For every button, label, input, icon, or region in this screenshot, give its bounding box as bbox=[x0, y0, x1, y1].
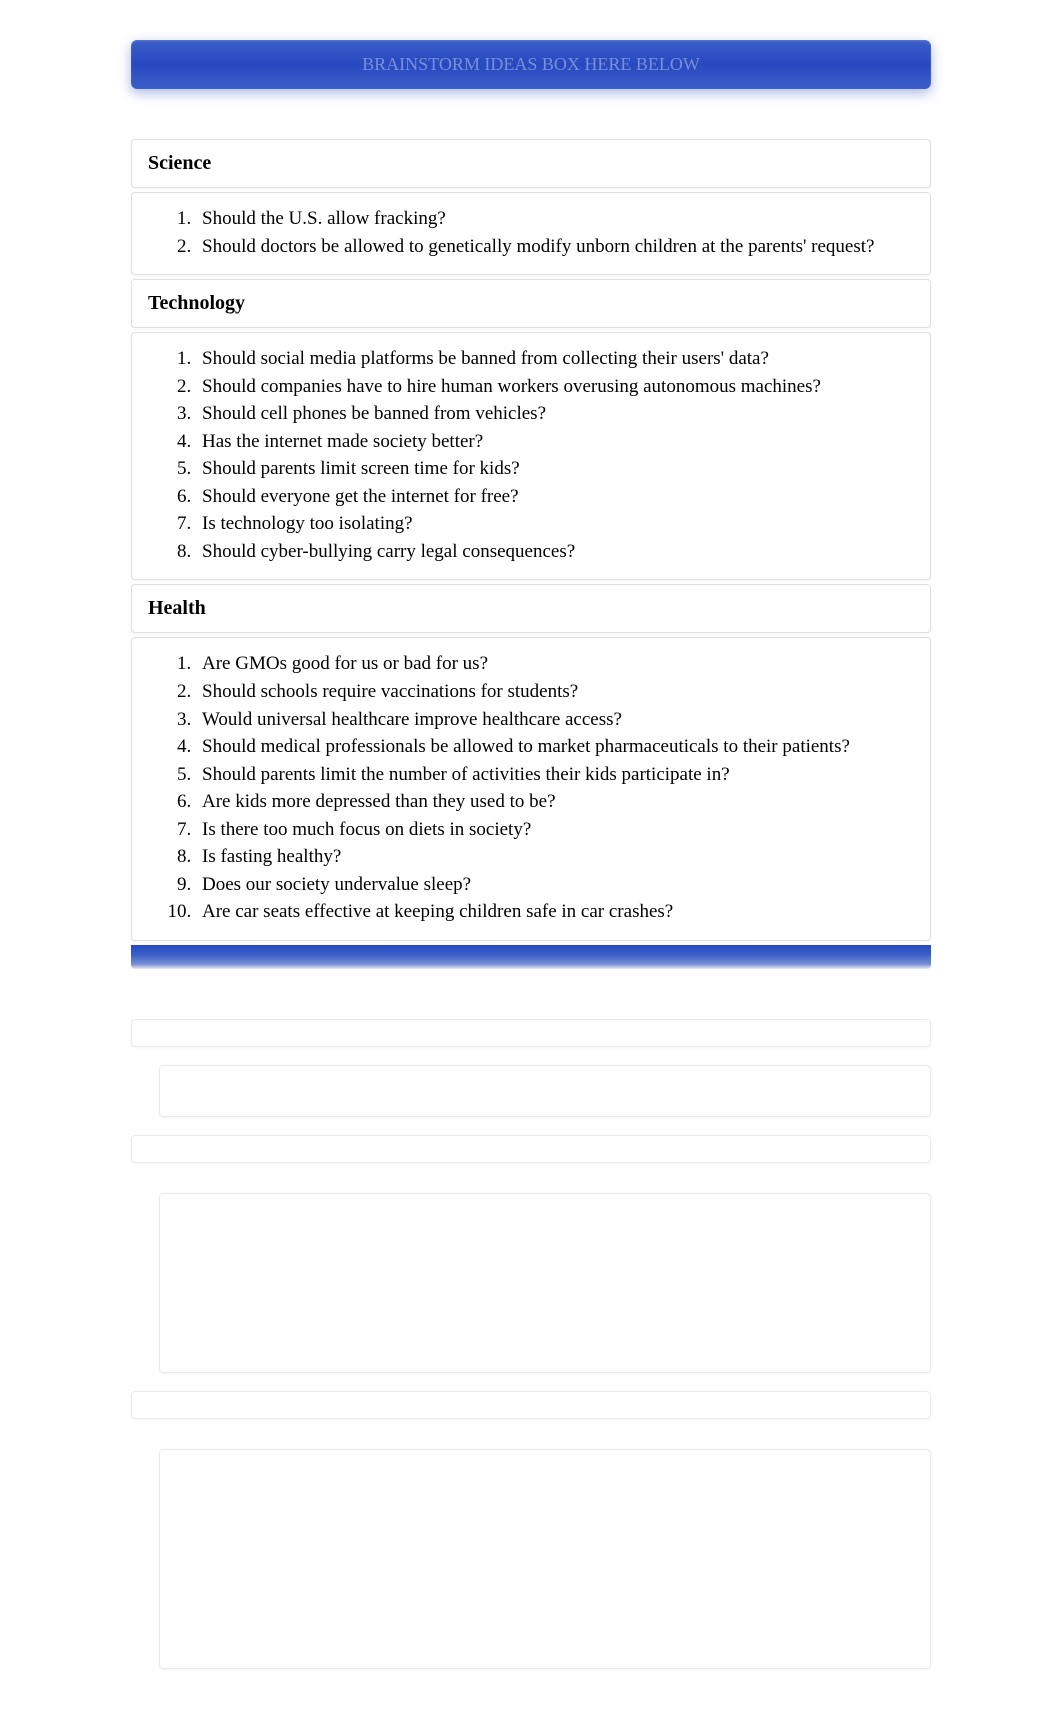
topic-list: Are GMOs good for us or bad for us?Shoul… bbox=[148, 650, 914, 925]
empty-block bbox=[159, 1065, 931, 1117]
list-item: Does our society undervalue sleep? bbox=[196, 871, 914, 899]
list-item: Should social media platforms be banned … bbox=[196, 345, 914, 373]
list-item: Is technology too isolating? bbox=[196, 510, 914, 538]
list-item: Should doctors be allowed to genetically… bbox=[196, 233, 914, 261]
list-item: Should schools require vaccinations for … bbox=[196, 678, 914, 706]
empty-block bbox=[131, 1019, 931, 1047]
section-header: Science bbox=[132, 140, 930, 187]
topic-list: Should the U.S. allow fracking?Should do… bbox=[148, 205, 914, 260]
topic-list: Should social media platforms be banned … bbox=[148, 345, 914, 565]
list-item: Should everyone get the internet for fre… bbox=[196, 483, 914, 511]
list-item: Are GMOs good for us or bad for us? bbox=[196, 650, 914, 678]
banner-header: BRAINSTORM IDEAS BOX HERE BELOW bbox=[131, 40, 931, 89]
list-item: Should companies have to hire human work… bbox=[196, 373, 914, 401]
list-item: Has the internet made society better? bbox=[196, 428, 914, 456]
list-item: Should the U.S. allow fracking? bbox=[196, 205, 914, 233]
list-item: Would universal healthcare improve healt… bbox=[196, 706, 914, 734]
list-item: Is fasting healthy? bbox=[196, 843, 914, 871]
list-item: Should cyber-bullying carry legal conseq… bbox=[196, 538, 914, 566]
list-item: Should medical professionals be allowed … bbox=[196, 733, 914, 761]
list-item: Should parents limit the number of activ… bbox=[196, 761, 914, 789]
gradient-divider bbox=[131, 945, 931, 969]
list-item: Are kids more depressed than they used t… bbox=[196, 788, 914, 816]
list-item: Should parents limit screen time for kid… bbox=[196, 455, 914, 483]
empty-block bbox=[131, 1391, 931, 1419]
list-item: Should cell phones be banned from vehicl… bbox=[196, 400, 914, 428]
section-header: Health bbox=[132, 585, 930, 632]
empty-block bbox=[159, 1193, 931, 1373]
list-item: Are car seats effective at keeping child… bbox=[196, 898, 914, 926]
banner-text: BRAINSTORM IDEAS BOX HERE BELOW bbox=[362, 54, 700, 74]
section-header: Technology bbox=[132, 280, 930, 327]
list-item: Is there too much focus on diets in soci… bbox=[196, 816, 914, 844]
empty-block bbox=[159, 1449, 931, 1669]
empty-block bbox=[131, 1135, 931, 1163]
